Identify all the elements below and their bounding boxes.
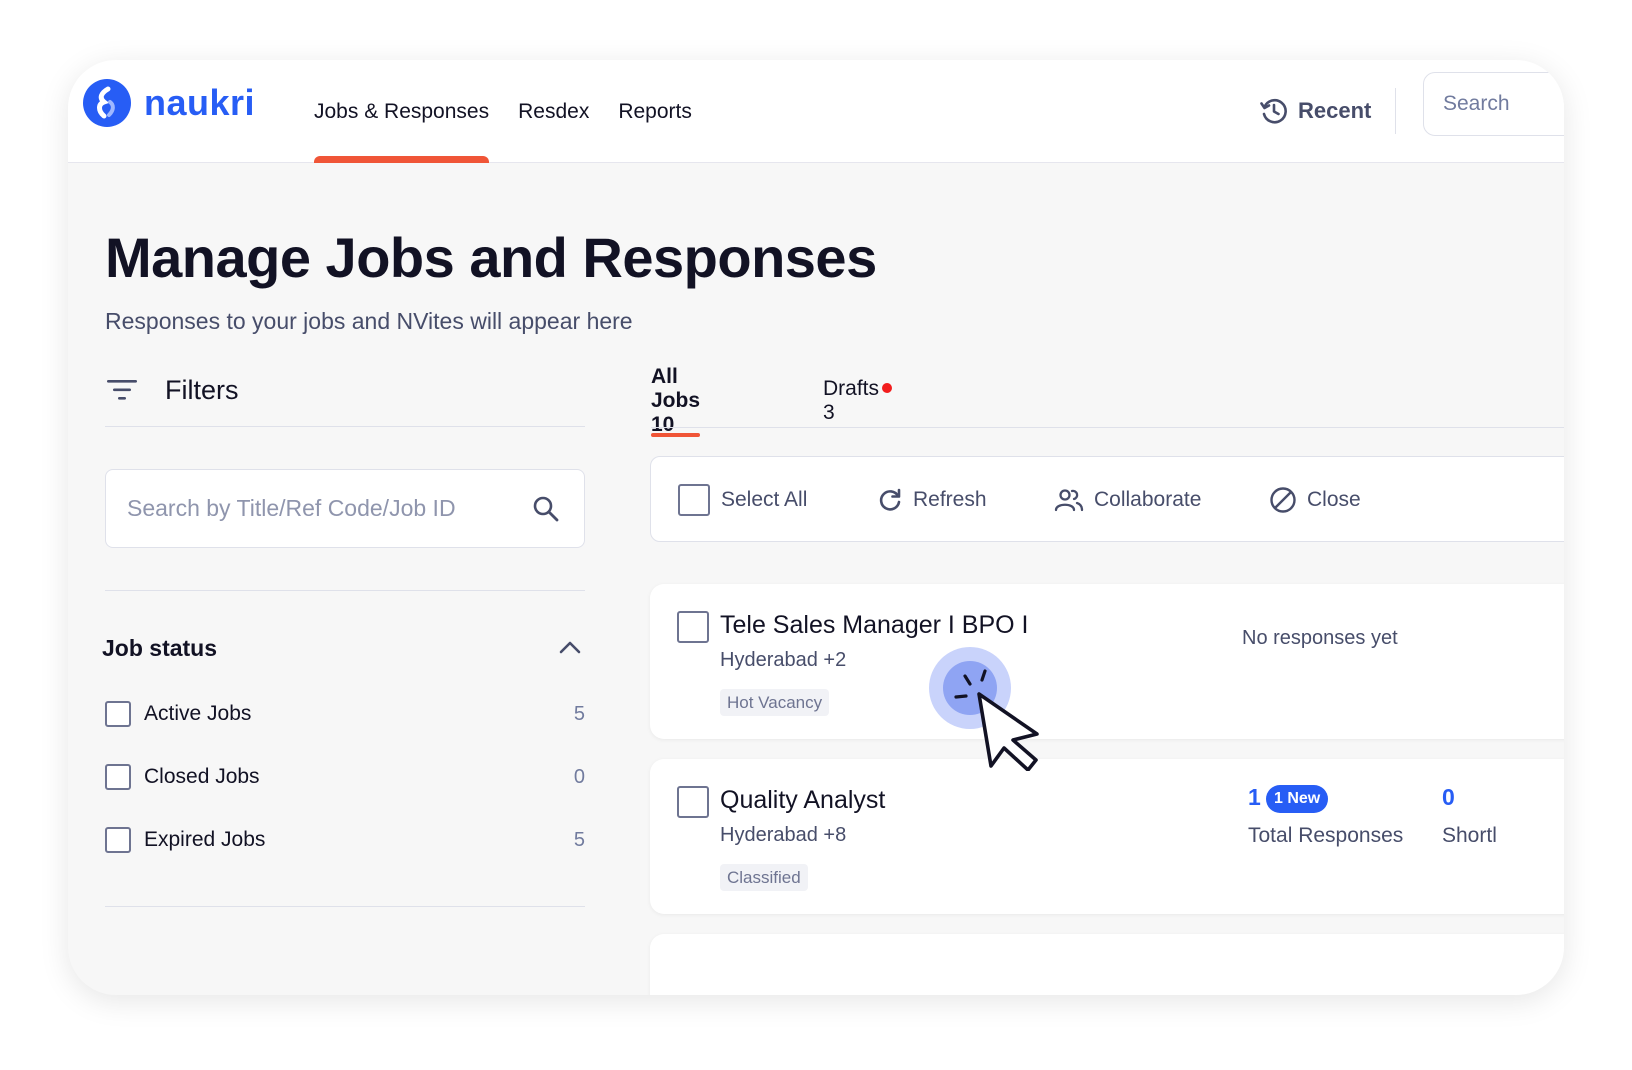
total-responses-count[interactable]: 1 bbox=[1248, 784, 1261, 811]
refresh-button[interactable]: Refresh bbox=[877, 457, 987, 543]
header-divider bbox=[1395, 88, 1396, 134]
job-checkbox[interactable] bbox=[677, 786, 709, 818]
filters-header[interactable]: Filters bbox=[105, 370, 239, 410]
job-type-tag: Classified bbox=[720, 864, 808, 891]
collaborate-label: Collaborate bbox=[1094, 488, 1202, 511]
page-title: Manage Jobs and Responses bbox=[105, 226, 877, 289]
job-checkbox[interactable] bbox=[677, 611, 709, 643]
global-search[interactable] bbox=[1423, 72, 1564, 136]
click-cursor-icon bbox=[929, 646, 1049, 776]
close-label: Close bbox=[1307, 488, 1361, 511]
chevron-up-icon[interactable] bbox=[558, 636, 582, 660]
block-icon bbox=[1269, 486, 1297, 514]
job-location: Hyderabad +2 bbox=[720, 649, 847, 671]
checkbox[interactable] bbox=[105, 827, 131, 853]
close-job-button[interactable]: Close bbox=[1269, 457, 1361, 543]
brand-name: naukri bbox=[144, 82, 256, 123]
top-header: naukri Jobs & Responses Resdex Reports R… bbox=[68, 60, 1564, 163]
filter-search-box[interactable] bbox=[105, 469, 585, 548]
filters-label: Filters bbox=[165, 374, 239, 405]
recent-label: Recent bbox=[1298, 98, 1372, 123]
job-card[interactable]: Quality Analyst Hyderabad +8 Classified … bbox=[650, 759, 1564, 914]
filter-option-count: 0 bbox=[573, 765, 585, 788]
recent-button[interactable]: Recent bbox=[1258, 88, 1371, 134]
tab-label: Drafts 3 bbox=[823, 377, 880, 424]
tabs-divider bbox=[651, 427, 1564, 428]
total-responses-label: Total Responses bbox=[1248, 824, 1404, 847]
job-card[interactable]: Tele Sales Manager I BPO I Hyderabad +2 … bbox=[650, 584, 1564, 739]
main-nav: Jobs & Responses Resdex Reports bbox=[314, 60, 721, 163]
job-status-title: Job status bbox=[102, 635, 218, 661]
search-icon[interactable] bbox=[532, 495, 560, 523]
global-search-input[interactable] bbox=[1424, 73, 1564, 135]
filter-option-label: Active Jobs bbox=[144, 702, 252, 725]
job-card[interactable] bbox=[650, 934, 1564, 995]
app-window: naukri Jobs & Responses Resdex Reports R… bbox=[68, 60, 1564, 995]
select-all-checkbox[interactable] bbox=[678, 484, 710, 516]
section-divider bbox=[105, 906, 585, 907]
notification-dot bbox=[882, 383, 893, 393]
checkbox[interactable] bbox=[105, 764, 131, 790]
filter-option-count: 5 bbox=[573, 702, 585, 725]
job-title[interactable]: Quality Analyst bbox=[720, 786, 885, 815]
filter-option-count: 5 bbox=[573, 828, 585, 851]
select-all[interactable]: Select All bbox=[678, 457, 807, 543]
job-type-tag: Hot Vacancy bbox=[720, 689, 830, 716]
naukri-logo-icon bbox=[83, 79, 131, 127]
job-status-section-header[interactable]: Job status bbox=[102, 628, 582, 668]
filters-divider bbox=[105, 426, 585, 427]
filter-search-input[interactable] bbox=[106, 470, 526, 547]
tab-all-jobs[interactable]: All Jobs 10 bbox=[651, 365, 701, 437]
nav-reports[interactable]: Reports bbox=[618, 60, 692, 163]
refresh-icon bbox=[877, 487, 903, 513]
naukri-logo[interactable]: naukri bbox=[83, 79, 255, 127]
nav-resdex[interactable]: Resdex bbox=[518, 60, 589, 163]
tab-drafts[interactable]: Drafts 3 bbox=[823, 370, 893, 432]
users-icon bbox=[1054, 487, 1084, 513]
shortlisted-count[interactable]: 0 bbox=[1442, 784, 1455, 811]
filter-icon bbox=[107, 380, 137, 400]
nav-jobs-and-responses[interactable]: Jobs & Responses bbox=[314, 60, 490, 163]
job-title[interactable]: Tele Sales Manager I BPO I bbox=[720, 611, 1028, 640]
select-all-label: Select All bbox=[721, 488, 808, 511]
collaborate-button[interactable]: Collaborate bbox=[1054, 457, 1201, 543]
filter-option-expired-jobs[interactable]: Expired Jobs 5 bbox=[105, 823, 585, 857]
job-location: Hyderabad +8 bbox=[720, 824, 847, 846]
no-responses-text: No responses yet bbox=[1242, 627, 1398, 649]
shortlisted-label: Shortl bbox=[1442, 824, 1497, 847]
new-responses-badge[interactable]: 1 New bbox=[1266, 785, 1329, 813]
checkbox[interactable] bbox=[105, 701, 131, 727]
filter-option-label: Closed Jobs bbox=[144, 765, 260, 788]
filter-option-active-jobs[interactable]: Active Jobs 5 bbox=[105, 697, 585, 731]
bulk-actions-toolbar: Select All Refresh Collaborate Close bbox=[650, 456, 1564, 542]
filter-option-closed-jobs[interactable]: Closed Jobs 0 bbox=[105, 760, 585, 794]
section-divider bbox=[105, 590, 585, 591]
page-subtitle: Responses to your jobs and NVites will a… bbox=[105, 308, 633, 334]
filter-option-label: Expired Jobs bbox=[144, 828, 266, 851]
refresh-label: Refresh bbox=[913, 488, 987, 511]
history-icon bbox=[1260, 98, 1287, 124]
